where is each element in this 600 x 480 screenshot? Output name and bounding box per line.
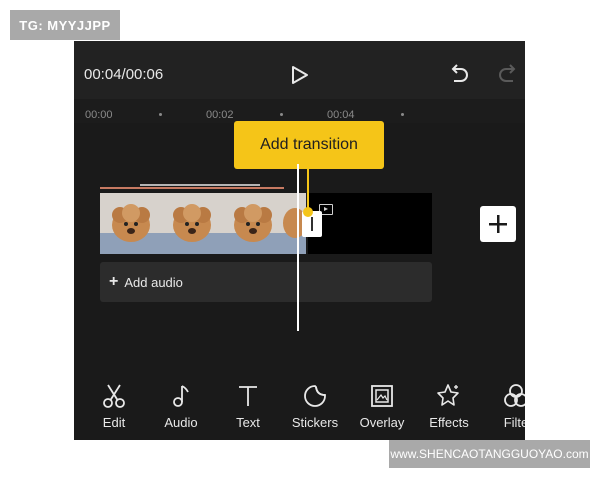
tool-edit[interactable]: Edit xyxy=(84,383,144,433)
tool-filter[interactable]: Filte xyxy=(486,383,525,433)
ruler-dot xyxy=(159,113,162,116)
tool-label: Text xyxy=(236,415,260,430)
play-icon xyxy=(292,66,308,84)
clip-thumbnail xyxy=(222,193,283,254)
playhead[interactable] xyxy=(297,164,299,331)
clip-thumbnail xyxy=(100,193,161,254)
tooltip-anchor xyxy=(303,207,313,217)
ruler-dot xyxy=(401,113,404,116)
tool-audio[interactable]: Audio xyxy=(151,383,211,433)
tool-overlay[interactable]: Overlay xyxy=(352,383,412,433)
music-note-icon xyxy=(173,385,189,407)
black-clip[interactable] xyxy=(308,193,432,254)
tool-label: Overlay xyxy=(359,415,405,430)
undo-button[interactable] xyxy=(448,63,470,90)
redo-button[interactable] xyxy=(497,63,519,90)
ruler-tick: 00:00 xyxy=(85,109,113,121)
plus-icon xyxy=(489,215,507,233)
tool-label: Filte xyxy=(503,415,525,430)
watermark: www.SHENCAOTANGGUOYAO.com xyxy=(389,440,590,468)
add-transition-tooltip[interactable]: Add transition xyxy=(234,121,384,169)
add-audio-label: Add audio xyxy=(124,274,183,290)
ruler-tick: 00:04 xyxy=(327,109,355,121)
overlay-tag: TG: MYYJJPP xyxy=(10,10,120,40)
clip-thumbnail xyxy=(161,193,222,254)
clip-marker xyxy=(140,184,260,186)
redo-icon xyxy=(499,64,516,82)
tool-stickers[interactable]: Stickers xyxy=(285,383,345,433)
undo-icon xyxy=(451,64,468,82)
playback-time: 00:04/00:06 xyxy=(84,66,164,83)
play-button[interactable] xyxy=(291,65,309,90)
ruler-tick: 00:02 xyxy=(206,109,234,121)
timeline-ruler xyxy=(74,99,525,123)
filter-icon xyxy=(504,384,525,407)
tool-label: Edit xyxy=(102,415,126,430)
effects-icon xyxy=(437,384,459,406)
clip-marker xyxy=(100,187,284,189)
video-editor: 00:04/00:06 00:00 00:02 00:04 Add transi… xyxy=(74,41,525,440)
plus-icon: + xyxy=(109,273,119,290)
ruler-dot xyxy=(280,113,283,116)
tool-text[interactable]: Text xyxy=(218,383,278,433)
tool-label: Audio xyxy=(164,415,198,430)
add-audio-button[interactable]: + Add audio xyxy=(100,262,432,302)
text-icon xyxy=(239,386,257,406)
sticker-icon xyxy=(304,385,326,407)
overlay-icon xyxy=(371,385,393,407)
video-track[interactable] xyxy=(100,193,306,254)
tooltip-pointer xyxy=(307,169,309,209)
scissors-icon xyxy=(103,384,125,408)
add-clip-button[interactable] xyxy=(480,206,516,242)
tool-effects[interactable]: Effects xyxy=(419,383,479,433)
tool-label: Effects xyxy=(429,415,469,430)
tool-label: Stickers xyxy=(291,415,339,430)
